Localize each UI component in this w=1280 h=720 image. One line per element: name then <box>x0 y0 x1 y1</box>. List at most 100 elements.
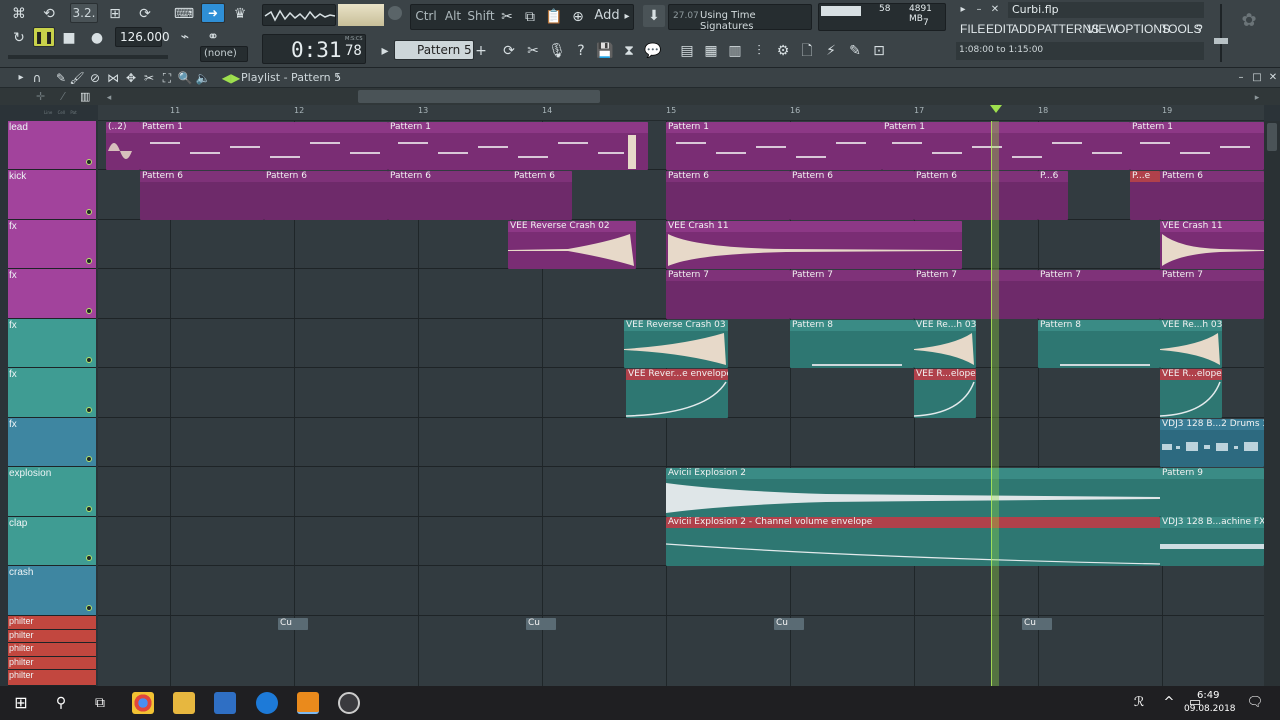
alt-key[interactable]: Alt <box>441 7 465 27</box>
track-header-fx-2[interactable]: fx <box>8 269 96 319</box>
clip-lead-pattern1-e[interactable]: Pattern 1 <box>1130 122 1264 170</box>
track-header-philter-1[interactable]: philter <box>8 616 96 630</box>
refresh-icon[interactable]: ⟳ <box>498 40 520 62</box>
magnet-icon[interactable]: ∩ <box>26 67 48 89</box>
help-icon[interactable]: ? <box>570 40 592 62</box>
track-mute-led[interactable] <box>86 357 92 363</box>
clip-vee-r-elope-2[interactable]: VEE R...elope <box>1160 369 1222 418</box>
snap-slash-icon[interactable]: ⁄ <box>62 90 64 103</box>
snap-grid-icon[interactable]: ▥ <box>80 90 90 103</box>
clip-vee-reh-03-1[interactable]: VEE Re...h 03 <box>914 320 976 368</box>
clip-kick-pattern6-2[interactable]: Pattern 6 <box>264 171 388 220</box>
clock-time[interactable]: 6:49 <box>1197 690 1219 701</box>
track-mute-led[interactable] <box>86 605 92 611</box>
vertical-scrollbar[interactable] <box>1264 121 1280 686</box>
obs-icon[interactable] <box>338 692 360 714</box>
menu-help[interactable]: ? <box>1196 22 1203 38</box>
clip-kick-pattern6-9[interactable]: Pattern 6 <box>1160 171 1264 220</box>
close-window-icon[interactable]: ✕ <box>988 2 1002 18</box>
menu-view[interactable]: VIEW <box>1087 22 1118 38</box>
clip-fx2-pattern7-4[interactable]: Pattern 7 <box>1038 270 1160 319</box>
typing-keyboard-icon[interactable]: ⌨ <box>173 3 195 25</box>
clip-cu-3[interactable]: Cu <box>774 618 804 630</box>
loop-record-icon[interactable]: ⟳ <box>134 3 156 25</box>
master-pitch-knob[interactable] <box>388 6 402 20</box>
track-mute-led[interactable] <box>86 407 92 413</box>
track-mute-led[interactable] <box>86 555 92 561</box>
clip-vdj-machine-fx[interactable]: VDJ3 128 B...achine FX <box>1160 517 1264 566</box>
clip-kick-pattern6-8[interactable]: P...6 <box>1038 171 1068 220</box>
microphone-icon[interactable]: 🎙 <box>546 40 568 62</box>
clip-vee-r-elope-1[interactable]: VEE R...elope <box>914 369 976 418</box>
track-header-crash[interactable]: crash <box>8 566 96 616</box>
pause-button[interactable]: ❚❚ <box>33 27 55 47</box>
window-icon[interactable]: ⊡ <box>868 40 890 62</box>
track-mute-led[interactable] <box>86 258 92 264</box>
link-icon[interactable]: ⚭ <box>202 26 224 48</box>
loop-icon[interactable]: ↻ <box>8 27 30 49</box>
people-icon[interactable]: ℛ <box>1128 692 1150 714</box>
clip-kick-pattern6-3[interactable]: Pattern 6 <box>388 171 512 220</box>
edge-icon[interactable] <box>256 692 278 714</box>
clip-kick-pattern6-1[interactable]: Pattern 6 <box>140 171 264 220</box>
clock-date[interactable]: 09.08.2018 <box>1184 704 1236 714</box>
ctrl-key[interactable]: Ctrl <box>414 7 438 27</box>
track-mute-led[interactable] <box>86 308 92 314</box>
time-display[interactable]: 0:31 78 M:S:CS <box>262 34 366 64</box>
wand-icon[interactable]: ⌁ <box>174 26 196 48</box>
clip-vee-crash-11[interactable]: VEE Crash 11 <box>666 221 962 269</box>
tempo-display[interactable]: 126.000 <box>115 27 170 47</box>
track-header-kick[interactable]: kick <box>8 170 96 220</box>
clip-cu-2[interactable]: Cu <box>526 618 556 630</box>
mixer-icon[interactable]: ⫶ <box>748 40 770 62</box>
cut-icon[interactable]: ✂ <box>496 6 518 28</box>
horizontal-scroll-thumb[interactable] <box>358 90 600 103</box>
speaker-icon[interactable]: 🔈 <box>192 67 214 89</box>
piano-roll-icon[interactable]: ▦ <box>700 40 722 62</box>
timeline-ruler[interactable]: 11 12 13 14 15 16 17 18 19 <box>98 105 1264 121</box>
metronome-icon[interactable]: ⌘ <box>8 3 30 25</box>
windows-start-icon[interactable]: ⊞ <box>10 692 32 714</box>
clip-lead-pattern1-a[interactable]: Pattern 1 <box>140 122 388 170</box>
channel-rack-icon[interactable]: ▥ <box>724 40 746 62</box>
track-header-explosion[interactable]: explosion <box>8 467 96 517</box>
clip-kick-pattern6-6[interactable]: Pattern 6 <box>790 171 914 220</box>
clip-lead-pattern1-c[interactable]: Pattern 1 <box>666 122 882 170</box>
clip-vee-reverse-crash-03[interactable]: VEE Reverse Crash 03 <box>624 320 728 368</box>
chat-icon[interactable]: 💬 <box>642 40 664 62</box>
paste-icon[interactable]: 📋 <box>543 6 565 28</box>
clip-kick-pattern6-5[interactable]: Pattern 6 <box>666 171 790 220</box>
clip-fx2-pattern7-3[interactable]: Pattern 7 <box>914 270 1038 319</box>
fl-studio-taskbar-icon[interactable] <box>297 692 319 714</box>
pattern-prev-icon[interactable]: ▸ <box>378 40 392 62</box>
wait-icon[interactable]: ⟲ <box>38 3 60 25</box>
add-arrow-icon[interactable]: ▸ <box>622 6 632 28</box>
track-header-philter-3[interactable]: philter <box>8 643 96 657</box>
task-view-icon[interactable]: ⧉ <box>89 692 111 714</box>
clip-avicii-volume-envelope[interactable]: Avicii Explosion 2 - Channel volume enve… <box>666 517 1160 566</box>
clip-fx3-pattern8-2[interactable]: Pattern 8 <box>1038 320 1160 368</box>
minimize-icon[interactable]: – <box>972 2 986 18</box>
track-header-clap[interactable]: clap <box>8 517 96 566</box>
clip-kick-pattern6-4[interactable]: Pattern 6 <box>512 171 572 220</box>
search-icon[interactable]: ⚲ <box>50 692 72 714</box>
master-slider[interactable] <box>1212 4 1230 62</box>
master-volume-slider[interactable] <box>8 55 168 59</box>
clip-cu-4[interactable]: Cu <box>1022 618 1052 630</box>
playhead-marker-icon[interactable] <box>990 105 1002 113</box>
horizontal-scrollbar[interactable] <box>0 88 1280 105</box>
tray-expand-icon[interactable]: ^ <box>1158 692 1180 714</box>
mixer-slot-icon[interactable]: ⊕ <box>567 6 589 28</box>
add-button[interactable]: Add <box>590 7 624 27</box>
plugin-icon[interactable]: ⚡ <box>820 40 842 62</box>
pattern-selector[interactable]: Pattern 5 <box>394 40 474 60</box>
clip-vee-crash-11-b[interactable]: VEE Crash 11 <box>1160 221 1264 269</box>
store-icon[interactable] <box>214 692 236 714</box>
playlist-close-icon[interactable]: ✕ <box>1262 67 1280 89</box>
clip-fx3-pattern8-1[interactable]: Pattern 8 <box>790 320 914 368</box>
copy-icon[interactable]: ⧉ <box>519 6 541 28</box>
file-icon[interactable]: 🗋 <box>796 40 818 62</box>
add-pattern-icon[interactable]: + <box>474 40 488 62</box>
menu-add[interactable]: ADD <box>1011 22 1036 38</box>
file-explorer-icon[interactable] <box>173 692 195 714</box>
